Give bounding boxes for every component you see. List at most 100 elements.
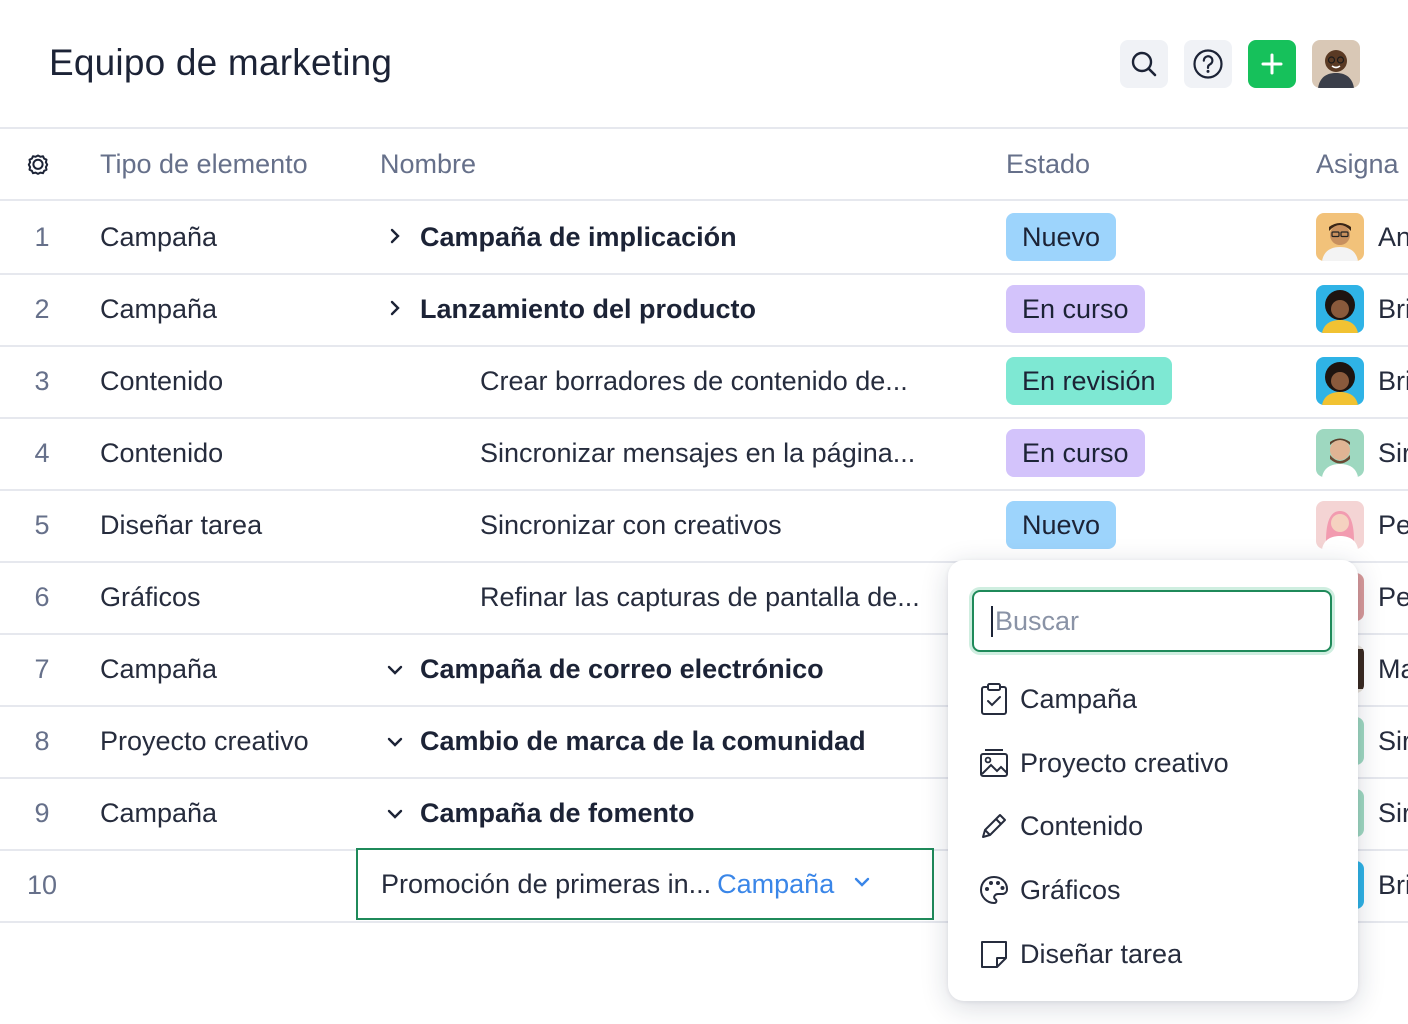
assignee-name: Ma bbox=[1378, 653, 1408, 684]
help-button[interactable] bbox=[1184, 40, 1232, 88]
status-cell[interactable]: Nuevo bbox=[1006, 489, 1117, 561]
name-cell[interactable]: Campaña de implicación bbox=[380, 201, 737, 273]
name-cell[interactable]: Sincronizar con creativos bbox=[480, 489, 782, 561]
option-proyecto-creativo[interactable]: Proyecto creativo bbox=[978, 738, 1229, 788]
status-cell[interactable]: En curso bbox=[1006, 417, 1145, 489]
user-avatar[interactable] bbox=[1312, 40, 1360, 88]
name-cell[interactable]: Refinar las capturas de pantalla de... bbox=[480, 561, 920, 633]
assignee-name: Bri bbox=[1378, 365, 1408, 396]
row-number: 5 bbox=[34, 509, 50, 540]
chevron-down-icon[interactable] bbox=[380, 654, 410, 685]
avatar bbox=[1316, 285, 1364, 333]
search-placeholder: Buscar bbox=[991, 605, 1079, 637]
row-number: 4 bbox=[34, 437, 50, 468]
assignee-cell[interactable]: Bri bbox=[1316, 345, 1408, 417]
column-header-name[interactable]: Nombre bbox=[380, 129, 476, 199]
name-cell[interactable]: Cambio de marca de la comunidad bbox=[380, 705, 866, 777]
help-icon bbox=[1193, 49, 1223, 79]
type-cell[interactable]: Gráficos bbox=[100, 561, 201, 633]
assignee-name: Sir bbox=[1378, 437, 1408, 468]
type-cell[interactable]: Contenido bbox=[100, 417, 223, 489]
type-cell[interactable]: Proyecto creativo bbox=[100, 705, 309, 777]
assignee-cell[interactable]: Sir bbox=[1316, 417, 1408, 489]
type-dropdown: Buscar Campaña Proyecto creativo Conteni… bbox=[948, 560, 1358, 1001]
chevron-right-icon[interactable] bbox=[380, 222, 410, 253]
avatar bbox=[1316, 357, 1364, 405]
note-icon bbox=[981, 941, 1007, 968]
status-cell[interactable]: En revisión bbox=[1006, 345, 1172, 417]
table-row[interactable]: 5 Diseñar tarea Sincronizar con creativo… bbox=[0, 489, 1408, 563]
item-name: Campaña de implicación bbox=[420, 221, 737, 252]
status-badge: Nuevo bbox=[1006, 501, 1117, 549]
row-number: 6 bbox=[34, 581, 50, 612]
settings-button[interactable] bbox=[22, 129, 54, 199]
assignee-name: An bbox=[1378, 221, 1408, 252]
type-selector[interactable]: Campaña bbox=[717, 869, 834, 900]
column-header-assignee[interactable]: Asigna bbox=[1316, 129, 1399, 199]
assignee-name: Bri bbox=[1378, 869, 1408, 900]
type-cell[interactable]: Campaña bbox=[100, 777, 217, 849]
name-cell[interactable]: Lanzamiento del producto bbox=[380, 273, 756, 345]
name-edit-text[interactable]: Promoción de primeras in... bbox=[381, 869, 711, 900]
search-button[interactable] bbox=[1120, 40, 1168, 88]
column-header-status[interactable]: Estado bbox=[1006, 129, 1090, 199]
type-cell[interactable]: Campaña bbox=[100, 633, 217, 705]
name-cell[interactable]: Sincronizar mensajes en la página... bbox=[480, 417, 915, 489]
name-edit-cell[interactable]: Promoción de primeras in... Campaña bbox=[356, 848, 934, 920]
clipboard-check-icon bbox=[981, 683, 1007, 715]
table-header: Tipo de elemento Nombre Estado Asigna bbox=[0, 129, 1408, 201]
type-cell[interactable]: Contenido bbox=[100, 345, 223, 417]
chevron-right-icon[interactable] bbox=[380, 294, 410, 325]
option-label: Gráficos bbox=[1020, 874, 1121, 905]
row-number: 3 bbox=[34, 365, 50, 396]
column-header-type[interactable]: Tipo de elemento bbox=[100, 129, 308, 199]
assignee-name: Sir bbox=[1378, 797, 1408, 828]
assignee-cell[interactable]: An bbox=[1316, 201, 1408, 273]
status-cell[interactable]: En curso bbox=[1006, 273, 1145, 345]
chevron-down-icon[interactable] bbox=[852, 874, 872, 895]
assignee-name: Pe bbox=[1378, 581, 1408, 612]
option-campana[interactable]: Campaña bbox=[978, 674, 1137, 724]
item-name: Cambio de marca de la comunidad bbox=[420, 725, 866, 756]
option-label: Contenido bbox=[1020, 810, 1144, 841]
type-cell[interactable]: Campaña bbox=[100, 273, 217, 345]
row-number: 10 bbox=[26, 869, 58, 900]
assignee-cell[interactable]: Pe bbox=[1316, 489, 1408, 561]
assignee-name: Pe bbox=[1378, 509, 1408, 540]
status-badge: En curso bbox=[1006, 285, 1145, 333]
row-number: 9 bbox=[34, 797, 50, 828]
option-label: Diseñar tarea bbox=[1020, 938, 1183, 969]
row-number: 8 bbox=[34, 725, 50, 756]
type-cell[interactable]: Campaña bbox=[100, 201, 217, 273]
add-button[interactable] bbox=[1248, 40, 1296, 88]
status-cell[interactable]: Nuevo bbox=[1006, 201, 1117, 273]
status-badge: En revisión bbox=[1006, 357, 1172, 405]
name-cell[interactable]: Campaña de fomento bbox=[380, 777, 695, 849]
avatar bbox=[1316, 213, 1364, 261]
table-row[interactable]: 3 Contenido Crear borradores de contenid… bbox=[0, 345, 1408, 419]
type-cell[interactable]: Diseñar tarea bbox=[100, 489, 262, 561]
item-name: Campaña de fomento bbox=[420, 797, 695, 828]
gear-icon bbox=[27, 154, 49, 175]
chevron-down-icon[interactable] bbox=[380, 726, 410, 757]
pencil-icon bbox=[982, 814, 1006, 838]
name-cell[interactable]: Campaña de correo electrónico bbox=[380, 633, 824, 705]
header-bar: Equipo de marketing bbox=[0, 0, 1408, 129]
option-contenido[interactable]: Contenido bbox=[978, 801, 1143, 851]
table-row[interactable]: 1 Campaña Campaña de implicación Nuevo A… bbox=[0, 201, 1408, 275]
image-icon bbox=[980, 749, 1008, 777]
assignee-cell[interactable]: Bri bbox=[1316, 273, 1408, 345]
palette-icon bbox=[979, 875, 1009, 905]
option-graficos[interactable]: Gráficos bbox=[978, 865, 1121, 915]
chevron-down-icon[interactable] bbox=[380, 798, 410, 829]
table-row[interactable]: 2 Campaña Lanzamiento del producto En cu… bbox=[0, 273, 1408, 347]
row-number: 2 bbox=[34, 293, 50, 324]
search-input[interactable]: Buscar bbox=[972, 590, 1332, 652]
option-label: Campaña bbox=[1020, 683, 1138, 714]
table-row[interactable]: 4 Contenido Sincronizar mensajes en la p… bbox=[0, 417, 1408, 491]
option-label: Proyecto creativo bbox=[1020, 747, 1229, 778]
assignee-name: Sir bbox=[1378, 725, 1408, 756]
option-disenar-tarea[interactable]: Diseñar tarea bbox=[978, 929, 1182, 979]
item-name: Campaña de correo electrónico bbox=[420, 653, 824, 684]
name-cell[interactable]: Crear borradores de contenido de... bbox=[480, 345, 908, 417]
